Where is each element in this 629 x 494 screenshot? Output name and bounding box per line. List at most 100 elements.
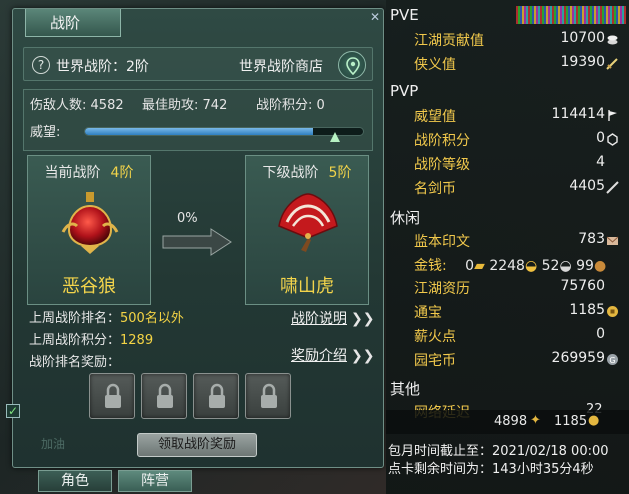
next-rank-name: 啸山虎 bbox=[280, 276, 334, 297]
last-week-points-label: 上周战阶积分： bbox=[29, 333, 121, 348]
next-rank-level: 5阶 bbox=[328, 165, 352, 181]
leisure-row-tongbao: 通宝 1185 bbox=[414, 302, 619, 322]
pve-contribution-value: 10700 bbox=[560, 30, 605, 46]
gold-ingot-icon: ◒ bbox=[524, 258, 538, 274]
panel-title: 战阶 bbox=[25, 9, 121, 37]
leisure-home-coin-label: 园宅币 bbox=[414, 353, 456, 369]
lock-icon bbox=[157, 383, 173, 408]
double-chevron-right-icon: ❯❯ bbox=[351, 311, 375, 327]
stats-box: 伤敌人数: 4582 最佳助攻: 742 战阶积分: 0 威望: bbox=[23, 89, 373, 151]
net-latency-checkbox[interactable]: ✓ bbox=[6, 404, 20, 418]
leisure-row-seal: 监本印文 783 bbox=[414, 231, 619, 251]
background-watermark-text: 加油 bbox=[41, 437, 66, 451]
pve-row-contribution: 江湖贡献值 10700 bbox=[414, 30, 619, 50]
points-label: 战阶积分: bbox=[256, 98, 313, 113]
pvp-level-value: 4 bbox=[596, 154, 605, 170]
sword-icon bbox=[606, 58, 618, 70]
last-week-points-value: 1289 bbox=[120, 333, 154, 348]
next-rank-label: 下级战阶 bbox=[262, 165, 319, 181]
pvp-section-title: PVP bbox=[390, 82, 419, 100]
pvp-row-sword-coin: 名剑币 4405 bbox=[414, 178, 619, 198]
pvp-row-points: 战阶积分 0 bbox=[414, 130, 619, 150]
tab-camp[interactable]: 阵营 bbox=[118, 470, 192, 492]
assist-value: 742 bbox=[202, 98, 228, 113]
money-yin-value: 52 bbox=[541, 258, 560, 274]
pve-section-title: PVE bbox=[390, 6, 419, 24]
seal-icon bbox=[606, 236, 619, 245]
monthly-expiry-text: 包月时间截止至：2021/02/18 00:00 bbox=[388, 444, 609, 459]
reward-slot-1[interactable] bbox=[89, 373, 135, 419]
tab-character[interactable]: 角色 bbox=[38, 470, 112, 492]
current-rank-card: 当前战阶 4阶 恶谷狼 bbox=[27, 155, 151, 305]
svg-text:G: G bbox=[609, 356, 615, 365]
other-section-title: 其他 bbox=[390, 380, 421, 398]
leisure-fire-value: 0 bbox=[596, 326, 605, 342]
prestige-bar-fill bbox=[85, 128, 313, 135]
reward-intro-text[interactable]: 奖励介绍 bbox=[291, 348, 347, 364]
world-rank-text: 世界战阶：2阶 bbox=[56, 59, 149, 75]
lock-icon bbox=[209, 383, 225, 408]
pvp-row-prestige: 威望值 114414 bbox=[414, 106, 619, 126]
arrow-right-icon bbox=[162, 228, 232, 256]
pvp-points-value: 0 bbox=[596, 130, 605, 146]
help-icon[interactable]: ? bbox=[32, 56, 50, 74]
assist-label: 最佳助攻: bbox=[142, 98, 199, 113]
close-icon[interactable]: ✕ bbox=[367, 9, 383, 25]
sword-icon bbox=[606, 181, 619, 194]
strip-value-1: 4898 bbox=[494, 414, 528, 429]
reward-slot-3[interactable] bbox=[193, 373, 239, 419]
leisure-row-fire: 薪火点 0 bbox=[414, 326, 619, 346]
decorative-strip bbox=[516, 6, 626, 24]
pve-row-chivalry: 侠义值 19390 bbox=[414, 54, 619, 74]
progress-percent: 0% bbox=[177, 211, 198, 226]
leisure-row-home-coin: 园宅币 269959 G bbox=[414, 350, 619, 370]
money-zhuan-value: 0 bbox=[465, 258, 475, 274]
double-chevron-right-icon: ❯❯ bbox=[351, 348, 375, 364]
shop-location-icon[interactable] bbox=[338, 51, 366, 79]
prestige-marker-icon bbox=[330, 132, 340, 142]
reward-slot-2[interactable] bbox=[141, 373, 187, 419]
rank-explain-link[interactable]: 战阶说明 ❯❯ bbox=[291, 308, 374, 328]
money-row: 金钱: 0▰ 2248◒ 52◒ 99● bbox=[414, 255, 606, 275]
strip-value-2: 1185 bbox=[554, 414, 588, 429]
world-rank-row: ? 世界战阶：2阶 世界战阶商店 bbox=[23, 47, 373, 81]
world-shop-label[interactable]: 世界战阶商店 bbox=[239, 56, 323, 76]
kills-value: 4582 bbox=[90, 98, 124, 113]
leisure-seniority-value: 75760 bbox=[560, 278, 605, 294]
battle-rank-panel: 战阶 ✕ ? 世界战阶：2阶 世界战阶商店 伤敌人数: 4582 最佳助攻: 7… bbox=[12, 8, 384, 468]
leisure-seal-value: 783 bbox=[578, 231, 605, 247]
reward-intro-link[interactable]: 奖励介绍 ❯❯ bbox=[291, 345, 374, 365]
badge-icon bbox=[607, 133, 618, 146]
points-value: 0 bbox=[316, 98, 325, 113]
g-coin-icon: G bbox=[607, 354, 618, 365]
money-jin-value: 2248 bbox=[489, 258, 525, 274]
reward-slot-4[interactable] bbox=[245, 373, 291, 419]
leisure-home-coin-value: 269959 bbox=[551, 350, 605, 366]
lock-icon bbox=[261, 383, 277, 408]
copper-coin-icon: ● bbox=[593, 258, 607, 274]
pvp-sword-coin-label: 名剑币 bbox=[414, 181, 456, 197]
coin-stack-icon bbox=[607, 35, 618, 45]
flag-icon bbox=[608, 110, 617, 121]
rank-explain-text[interactable]: 战阶说明 bbox=[291, 311, 347, 327]
money-label: 金钱: bbox=[414, 258, 447, 274]
leisure-row-seniority: 江湖资历 75760 bbox=[414, 278, 619, 298]
pvp-level-label: 战阶等级 bbox=[414, 157, 470, 173]
pvp-prestige-value: 114414 bbox=[551, 106, 605, 122]
pve-chivalry-value: 19390 bbox=[560, 54, 605, 70]
current-rank-level: 4阶 bbox=[110, 165, 134, 181]
leisure-fire-label: 薪火点 bbox=[414, 329, 456, 345]
leisure-section-title: 休闲 bbox=[390, 209, 421, 227]
pvp-sword-coin-value: 4405 bbox=[569, 178, 605, 194]
wolf-emblem-icon bbox=[61, 192, 119, 254]
last-week-points-row: 上周战阶积分：1289 bbox=[29, 329, 153, 348]
leisure-tongbao-label: 通宝 bbox=[414, 305, 442, 321]
pve-chivalry-label: 侠义值 bbox=[414, 57, 456, 73]
leisure-tongbao-value: 1185 bbox=[569, 302, 605, 318]
lock-icon bbox=[105, 383, 121, 408]
prestige-label: 威望: bbox=[30, 125, 61, 140]
pvp-prestige-label: 威望值 bbox=[414, 109, 456, 125]
claim-reward-button[interactable]: 领取战阶奖励 bbox=[137, 433, 257, 457]
brick-icon: ▰ bbox=[474, 258, 485, 274]
money-tong-value: 99 bbox=[576, 258, 594, 274]
